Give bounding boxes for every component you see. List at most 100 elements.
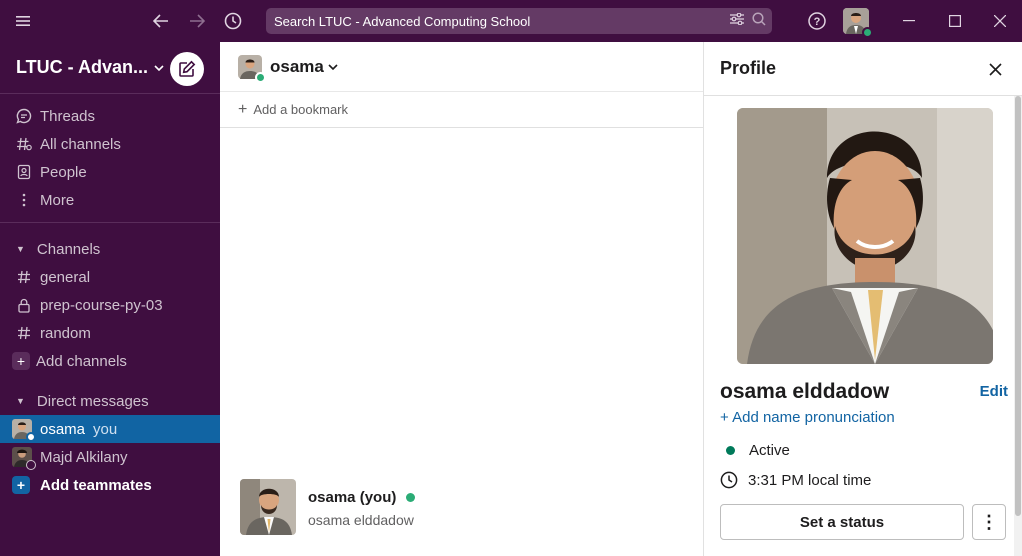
avatar bbox=[12, 419, 36, 442]
avatar[interactable] bbox=[240, 479, 296, 535]
threads-icon bbox=[16, 108, 32, 124]
dm-intro: osama (you) osama elddadow bbox=[240, 479, 416, 535]
plus-icon: + bbox=[238, 100, 248, 118]
workspace-header: LTUC - Advan... bbox=[0, 42, 220, 94]
plus-icon: + bbox=[12, 352, 30, 370]
add-channels-label: Add channels bbox=[36, 352, 127, 370]
channels-section-header[interactable]: ▼ Channels bbox=[0, 235, 220, 263]
section-label: Channels bbox=[36, 240, 101, 258]
compose-icon bbox=[179, 60, 196, 77]
caret-down-icon: ▼ bbox=[16, 396, 25, 406]
people-icon bbox=[16, 164, 32, 180]
presence-active-icon bbox=[726, 446, 735, 455]
forward-arrow-icon[interactable] bbox=[184, 0, 210, 42]
sidebar-item-general[interactable]: general bbox=[0, 263, 220, 291]
channel-label: random bbox=[40, 324, 91, 342]
you-tag: you bbox=[93, 420, 118, 438]
intro-name[interactable]: osama (you) bbox=[308, 489, 396, 506]
status-label: Active bbox=[749, 442, 790, 459]
section-label: Direct messages bbox=[36, 392, 149, 410]
main-pane: osama + Add a bookmark osama (you) osama… bbox=[220, 42, 704, 556]
profile-name: osama elddadow bbox=[720, 380, 890, 403]
back-arrow-icon[interactable] bbox=[148, 0, 174, 42]
more-actions-button[interactable]: ⋮ bbox=[972, 504, 1006, 540]
profile-local-time: 3:31 PM local time bbox=[720, 471, 871, 489]
sidebar: LTUC - Advan... Threads All channels Peo… bbox=[0, 42, 220, 556]
svg-text:?: ? bbox=[814, 16, 821, 28]
add-bookmark-button[interactable]: + Add a bookmark bbox=[220, 92, 703, 128]
hash-icon bbox=[16, 269, 32, 285]
sidebar-item-threads[interactable]: Threads bbox=[0, 102, 220, 130]
scrollbar[interactable] bbox=[1014, 96, 1022, 556]
add-channels-button[interactable]: + Add channels bbox=[0, 347, 220, 375]
presence-active-icon bbox=[255, 71, 266, 83]
close-window-icon[interactable] bbox=[977, 0, 1022, 42]
dm-label: osama bbox=[40, 420, 86, 438]
compose-message-button[interactable] bbox=[170, 52, 204, 86]
profile-photo bbox=[737, 108, 993, 364]
channel-title[interactable]: osama bbox=[270, 57, 324, 77]
sidebar-item-prep-course-py-03[interactable]: prep-course-py-03 bbox=[0, 291, 220, 319]
scrollbar-thumb[interactable] bbox=[1015, 96, 1021, 516]
sidebar-item-label: People bbox=[40, 163, 87, 181]
avatar bbox=[238, 54, 266, 83]
dm-label: Majd Alkilany bbox=[40, 448, 128, 466]
sidebar-item-label: All channels bbox=[40, 135, 121, 153]
channels-icon bbox=[16, 136, 32, 152]
dm-item-majd-alkilany[interactable]: Majd Alkilany bbox=[0, 443, 220, 471]
add-name-pronunciation-link[interactable]: + Add name pronunciation bbox=[720, 409, 895, 426]
hamburger-menu-icon[interactable] bbox=[10, 0, 36, 42]
chevron-down-icon[interactable] bbox=[154, 61, 164, 75]
search-icon[interactable] bbox=[752, 12, 766, 29]
filter-sliders-icon[interactable] bbox=[730, 12, 744, 28]
dm-section-header[interactable]: ▼ Direct messages bbox=[0, 387, 220, 415]
local-time-label: 3:31 PM local time bbox=[748, 471, 872, 489]
clock-icon bbox=[720, 471, 738, 489]
user-avatar[interactable] bbox=[843, 8, 873, 38]
channel-label: prep-course-py-03 bbox=[40, 296, 163, 314]
nav-group: Threads All channels People More bbox=[0, 94, 220, 223]
channel-label: general bbox=[40, 268, 91, 286]
search-bar[interactable]: Search LTUC - Advanced Computing School bbox=[266, 8, 772, 34]
add-teammates-button[interactable]: + Add teammates bbox=[0, 471, 220, 499]
minimize-window-icon[interactable] bbox=[886, 0, 932, 42]
presence-away-icon bbox=[26, 460, 36, 470]
presence-active-icon bbox=[406, 493, 416, 502]
profile-header: Profile bbox=[704, 42, 1022, 96]
bookmark-label: Add a bookmark bbox=[253, 102, 349, 117]
profile-panel: Profile osama elddadow Edit + Add name p… bbox=[704, 42, 1022, 556]
plus-icon: + bbox=[12, 476, 30, 494]
workspace-name[interactable]: LTUC - Advan... bbox=[16, 57, 148, 78]
set-status-button[interactable]: Set a status bbox=[720, 504, 964, 540]
sidebar-item-all-channels[interactable]: All channels bbox=[0, 130, 220, 158]
avatar bbox=[12, 447, 36, 470]
pronunciation-label: Add name pronunciation bbox=[732, 409, 895, 426]
lock-icon bbox=[16, 297, 32, 313]
intro-full-name: osama elddadow bbox=[308, 512, 414, 528]
presence-active-icon bbox=[862, 27, 873, 38]
profile-title: Profile bbox=[720, 58, 777, 78]
add-teammates-label: Add teammates bbox=[40, 476, 152, 494]
maximize-window-icon[interactable] bbox=[932, 0, 978, 42]
dm-item-osama[interactable]: osama you bbox=[0, 415, 220, 443]
help-icon[interactable]: ? bbox=[806, 0, 828, 42]
plus-icon: + bbox=[720, 409, 733, 426]
top-bar: Search LTUC - Advanced Computing School … bbox=[0, 0, 1022, 42]
edit-profile-link[interactable]: Edit bbox=[980, 383, 1008, 400]
hash-icon bbox=[16, 325, 32, 341]
chevron-down-icon[interactable] bbox=[328, 60, 338, 74]
caret-down-icon: ▼ bbox=[16, 244, 25, 254]
sidebar-item-label: More bbox=[40, 191, 75, 209]
sidebar-item-more[interactable]: More bbox=[0, 186, 220, 214]
search-placeholder: Search LTUC - Advanced Computing School bbox=[274, 13, 531, 29]
sidebar-item-people[interactable]: People bbox=[0, 158, 220, 186]
close-icon[interactable] bbox=[982, 56, 1008, 82]
presence-icon bbox=[26, 432, 36, 442]
more-vertical-icon bbox=[16, 192, 32, 208]
sidebar-item-label: Threads bbox=[40, 107, 96, 125]
sidebar-item-random[interactable]: random bbox=[0, 319, 220, 347]
intro-name-row: osama (you) bbox=[308, 489, 416, 506]
profile-status: Active bbox=[726, 442, 790, 459]
history-clock-icon[interactable] bbox=[220, 0, 246, 42]
channel-header: osama bbox=[220, 42, 703, 92]
